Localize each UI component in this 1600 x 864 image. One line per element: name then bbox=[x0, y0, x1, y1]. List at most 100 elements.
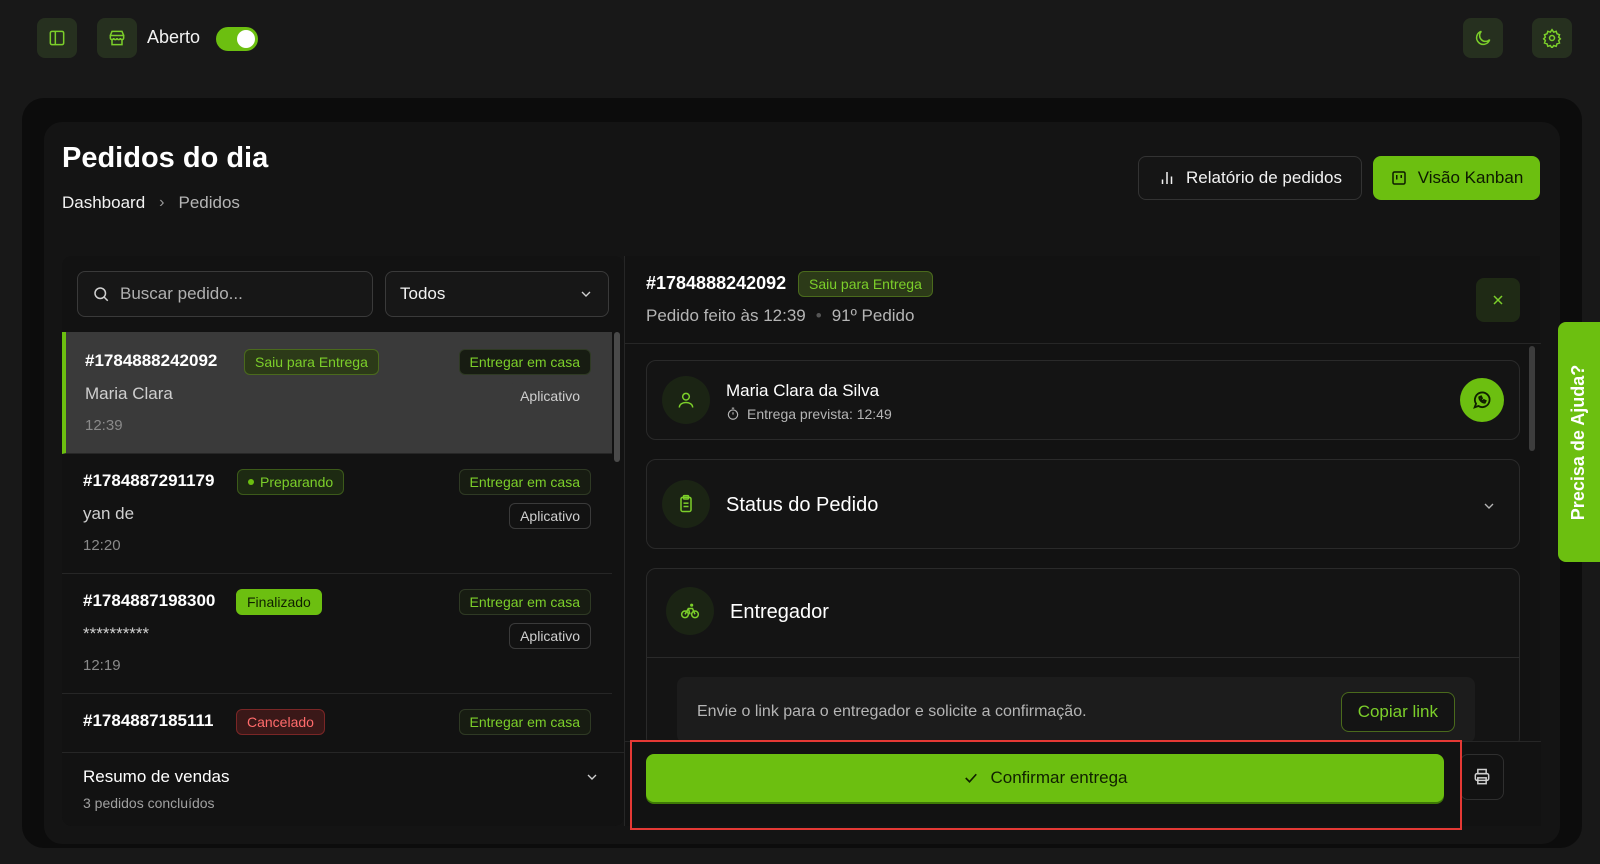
store-status-label: Aberto bbox=[147, 27, 201, 47]
order-item[interactable]: #1784887185111 Cancelado Entregar em cas… bbox=[62, 692, 612, 752]
store-open-toggle[interactable] bbox=[216, 27, 258, 51]
order-id: #1784887198300 bbox=[83, 591, 216, 610]
order-item[interactable]: #1784888242092 Saiu para Entrega Entrega… bbox=[62, 332, 612, 454]
gear-icon bbox=[1542, 28, 1562, 48]
detail-scrollbar[interactable] bbox=[1529, 346, 1535, 451]
courier-section: Entregador Envie o link para o entregado… bbox=[646, 568, 1520, 748]
order-id: #1784887291179 bbox=[83, 471, 215, 490]
clipboard-icon bbox=[680, 494, 692, 513]
kanban-view-button[interactable]: Visão Kanban bbox=[1373, 156, 1540, 200]
order-detail-panel: #1784888242092 Saiu para Entrega Pedido … bbox=[624, 256, 1541, 826]
detail-footer: Confirmar entrega bbox=[625, 741, 1541, 826]
delivery-type-tag: Entregar em casa bbox=[458, 709, 591, 735]
breadcrumb: Dashboard › Pedidos bbox=[62, 193, 240, 213]
search-box bbox=[77, 271, 373, 317]
sidebar-icon bbox=[49, 30, 65, 46]
delivery-type-tag: Entregar em casa bbox=[458, 469, 591, 495]
order-status-title: Status do Pedido bbox=[726, 494, 879, 516]
status-dot-icon bbox=[248, 479, 254, 485]
detail-status-badge: Saiu para Entrega bbox=[798, 271, 933, 297]
close-detail-button[interactable] bbox=[1476, 278, 1520, 322]
order-source-tag: Aplicativo bbox=[509, 383, 591, 409]
order-id: #1784888242092 bbox=[85, 351, 218, 370]
courier-message: Envie o link para o entregador e solicit… bbox=[697, 703, 1087, 720]
order-item[interactable]: #1784887291179 Preparando Entregar em ca… bbox=[62, 452, 612, 574]
divider bbox=[647, 657, 1519, 658]
order-sequence: 91º Pedido bbox=[831, 306, 915, 325]
user-avatar bbox=[662, 376, 710, 424]
orders-report-button[interactable]: Relatório de pedidos bbox=[1138, 156, 1362, 200]
chevron-down-icon bbox=[1484, 503, 1494, 509]
confirm-delivery-label: Confirmar entrega bbox=[990, 768, 1128, 787]
bike-avatar bbox=[666, 587, 714, 635]
order-source-tag: Aplicativo bbox=[509, 623, 591, 649]
chevron-right-icon: › bbox=[159, 194, 165, 211]
user-icon bbox=[678, 392, 694, 408]
order-status-section[interactable]: Status do Pedido bbox=[646, 459, 1520, 549]
status-badge: Preparando bbox=[237, 469, 345, 495]
orders-report-label: Relatório de pedidos bbox=[1186, 168, 1342, 187]
sales-summary-subtitle: 3 pedidos concluídos bbox=[83, 795, 215, 811]
delivery-eta-label: Entrega prevista: 12:49 bbox=[747, 406, 892, 422]
order-list-panel: Todos #1784888242092 Saiu para Entrega E… bbox=[62, 256, 624, 826]
kanban-view-label: Visão Kanban bbox=[1417, 168, 1524, 187]
courier-title: Entregador bbox=[730, 601, 829, 623]
sales-summary[interactable]: Resumo de vendas 3 pedidos concluídos bbox=[62, 752, 624, 826]
theme-toggle-button[interactable] bbox=[1463, 18, 1503, 58]
status-badge: Saiu para Entrega bbox=[244, 349, 379, 375]
copy-link-button[interactable]: Copiar link bbox=[1340, 692, 1455, 732]
top-bar: Aberto bbox=[0, 0, 1600, 80]
search-icon bbox=[94, 287, 109, 302]
sidebar-toggle-button[interactable] bbox=[37, 18, 77, 58]
delivery-type-tag: Entregar em casa bbox=[458, 589, 591, 615]
delivery-type-tag: Entregar em casa bbox=[458, 349, 591, 375]
bar-chart-icon bbox=[1161, 172, 1173, 184]
customer-name: yan de bbox=[83, 504, 135, 523]
check-icon bbox=[965, 773, 978, 783]
clipboard-avatar bbox=[662, 480, 710, 528]
order-id: #1784887185111 bbox=[83, 711, 214, 730]
order-list: #1784888242092 Saiu para Entrega Entrega… bbox=[62, 332, 612, 752]
order-placed-time: Pedido feito às 12:39 bbox=[646, 306, 806, 325]
courier-link-box: Envie o link para o entregador e solicit… bbox=[677, 677, 1475, 743]
sales-summary-title: Resumo de vendas bbox=[83, 767, 230, 786]
order-source-tag: Aplicativo bbox=[509, 503, 591, 529]
breadcrumb-pedidos: Pedidos bbox=[178, 193, 240, 212]
confirm-delivery-button[interactable]: Confirmar entrega bbox=[646, 754, 1444, 802]
whatsapp-icon bbox=[1473, 391, 1491, 409]
order-item[interactable]: #1784887198300 Finalizado Entregar em ca… bbox=[62, 572, 612, 694]
detail-order-id: #1784888242092 bbox=[646, 273, 787, 293]
delivery-eta: Entrega prevista: 12:49 bbox=[726, 406, 892, 422]
bicycle-icon bbox=[680, 603, 700, 619]
close-icon bbox=[1493, 295, 1503, 305]
settings-button[interactable] bbox=[1532, 18, 1572, 58]
customer-name: Maria Clara bbox=[85, 384, 173, 403]
order-detail-header: #1784888242092 Saiu para Entrega Pedido … bbox=[625, 256, 1541, 344]
search-input[interactable] bbox=[120, 284, 340, 304]
breadcrumb-dashboard[interactable]: Dashboard bbox=[62, 193, 145, 213]
order-meta: Pedido feito às 12:39 • 91º Pedido bbox=[646, 306, 914, 326]
whatsapp-button[interactable] bbox=[1460, 378, 1504, 422]
kanban-icon bbox=[1391, 171, 1406, 185]
status-filter-value: Todos bbox=[400, 284, 446, 303]
help-tab[interactable]: Precisa de Ajuda? bbox=[1558, 322, 1600, 562]
store-button[interactable] bbox=[97, 18, 137, 58]
toggle-knob bbox=[237, 30, 255, 48]
timer-icon bbox=[727, 407, 739, 420]
printer-icon bbox=[1474, 768, 1490, 785]
order-time: 12:39 bbox=[85, 417, 123, 434]
order-time: 12:19 bbox=[83, 657, 121, 674]
help-tab-label: Precisa de Ajuda? bbox=[1568, 364, 1589, 520]
moon-icon bbox=[1475, 30, 1491, 46]
status-badge-label: Preparando bbox=[260, 474, 334, 490]
detail-customer-name: Maria Clara da Silva bbox=[726, 381, 880, 400]
status-badge: Finalizado bbox=[236, 589, 322, 615]
print-button[interactable] bbox=[1460, 754, 1504, 800]
status-filter-select[interactable]: Todos bbox=[385, 271, 609, 317]
chevron-down-icon bbox=[587, 774, 597, 780]
customer-name: ********** bbox=[83, 624, 150, 643]
list-scrollbar[interactable] bbox=[614, 332, 620, 462]
status-badge: Cancelado bbox=[236, 709, 325, 735]
separator-dot: • bbox=[815, 306, 822, 325]
page-title: Pedidos do dia bbox=[62, 142, 269, 174]
